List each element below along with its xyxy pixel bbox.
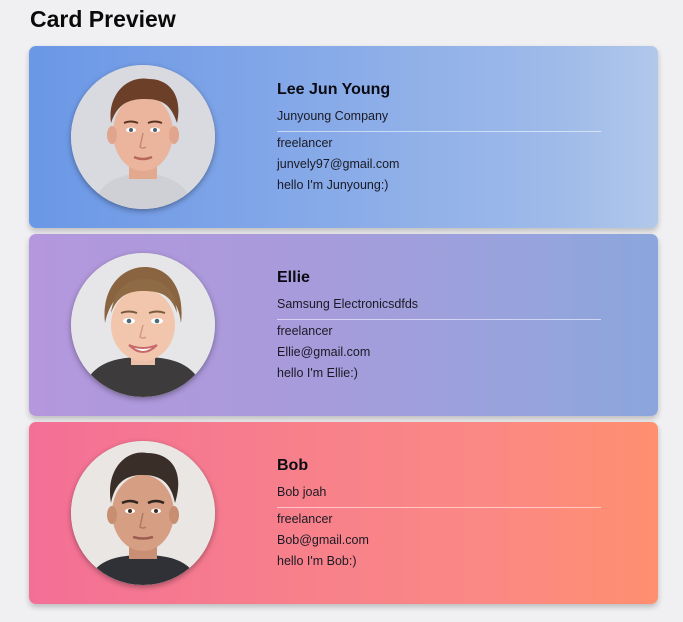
profile-card-lee-jun-young[interactable]: Lee Jun Young Junyoung Company freelance… [29,46,658,228]
card-divider [277,131,601,132]
page-title: Card Preview [30,6,176,32]
avatar-photo [71,253,215,397]
card-email: Ellie@gmail.com [277,345,371,359]
card-job: freelancer [277,512,333,526]
card-name: Bob [277,457,309,474]
card-job: freelancer [277,136,333,150]
card-company: Samsung Electronicsdfds [277,297,419,311]
card-intro: hello I'm Ellie:) [277,366,358,380]
card-divider [277,319,601,320]
card-intro: hello I'm Junyoung:) [277,178,389,192]
card-name: Lee Jun Young [277,81,391,98]
card-intro: hello I'm Bob:) [277,554,357,568]
card-company: Junyoung Company [277,109,389,123]
profile-card-ellie[interactable]: Ellie Samsung Electronicsdfds freelancer… [29,234,658,416]
card-email: junvely97@gmail.com [277,157,400,171]
card-divider [277,507,601,508]
avatar [71,65,215,209]
avatar-photo [71,441,215,585]
avatar-photo [71,65,215,209]
card-email: Bob@gmail.com [277,533,369,547]
card-job: freelancer [277,324,333,338]
card-company: Bob joah [277,485,327,499]
profile-card-bob[interactable]: Bob Bob joah freelancer Bob@gmail.com he… [29,422,658,604]
avatar [71,441,215,585]
card-name: Ellie [277,269,310,286]
avatar [71,253,215,397]
